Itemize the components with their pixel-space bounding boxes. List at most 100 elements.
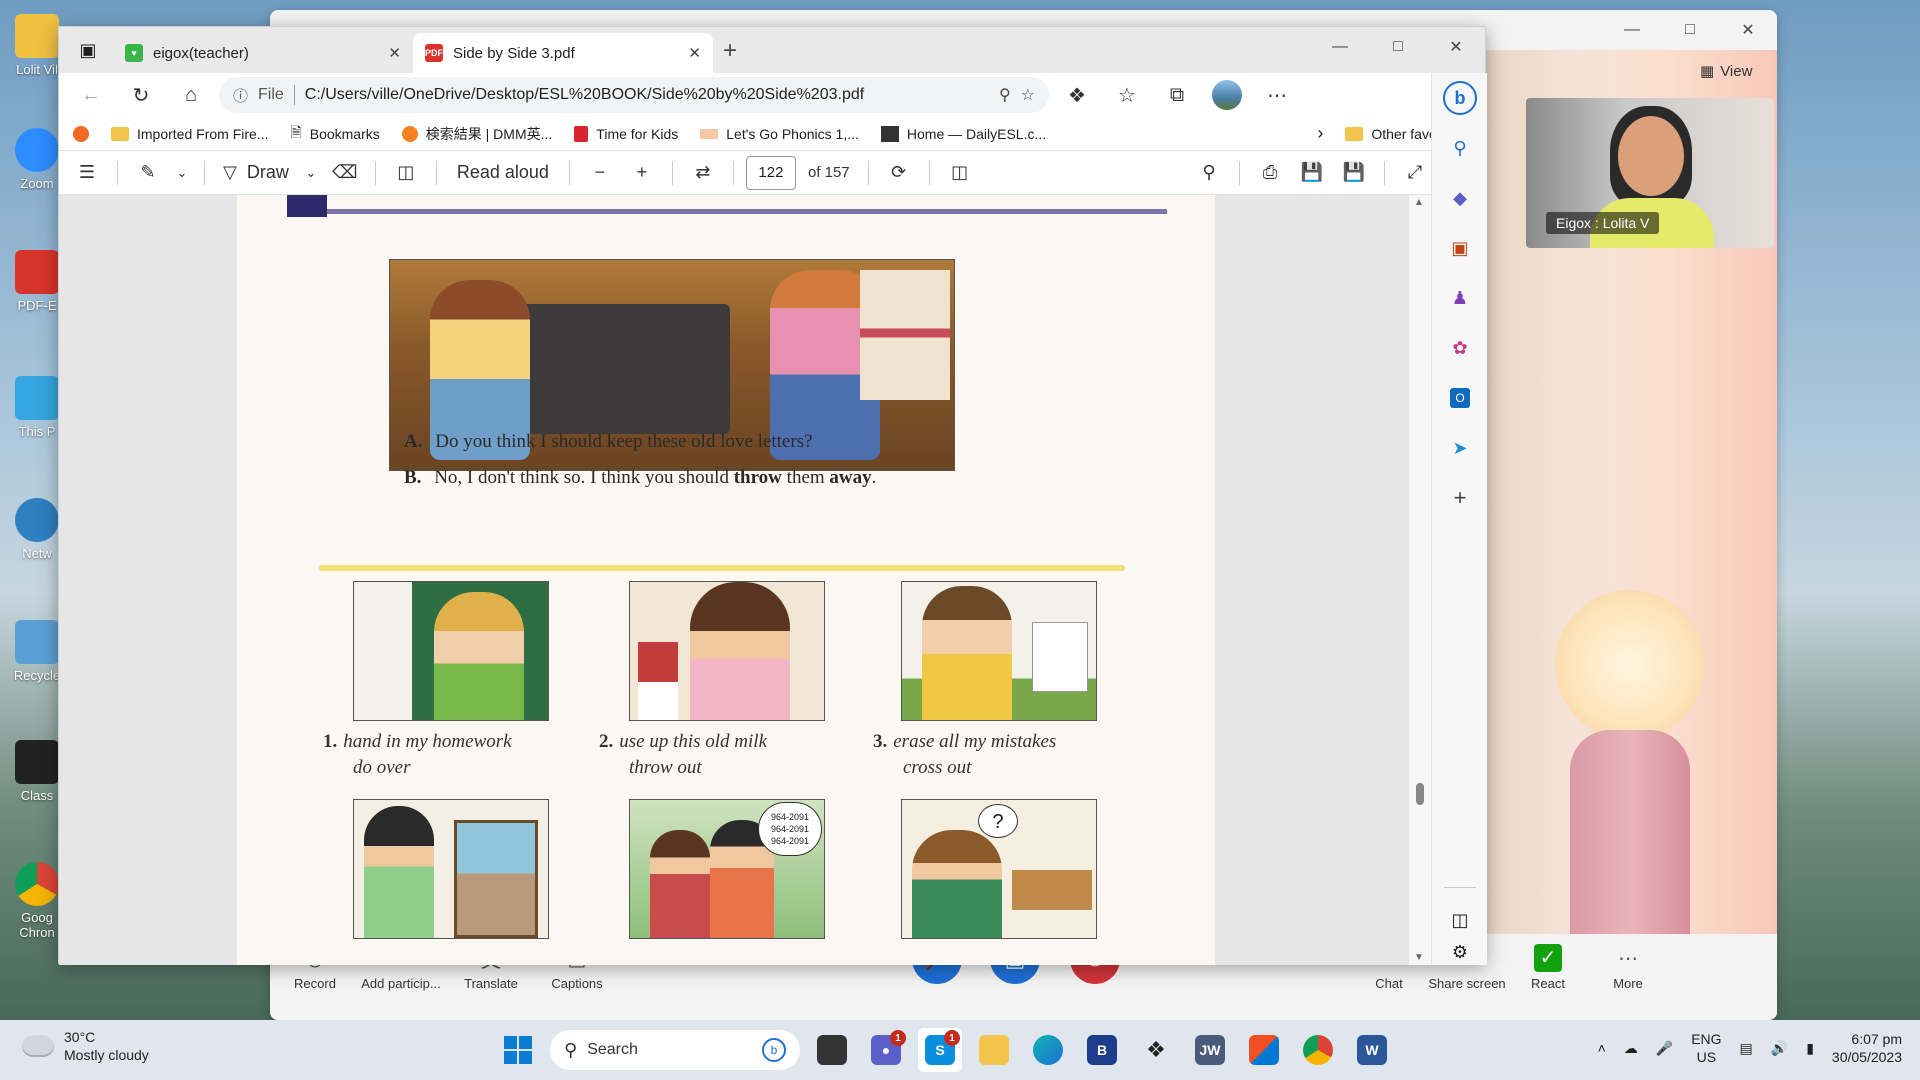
fav-time-for-kids[interactable]: Time for Kids [574, 125, 678, 142]
favourites-button[interactable]: ☆ [1105, 77, 1149, 113]
desktop-icon-pdf[interactable]: PDF-E [12, 250, 62, 313]
url-text[interactable]: C:/Users/ville/OneDrive/Desktop/ESL%20BO… [305, 86, 989, 104]
taskbar-chrome[interactable] [1296, 1028, 1340, 1072]
desktop-icon-network[interactable]: Netw [12, 498, 62, 561]
sidebar-games-button[interactable]: ♟ [1432, 273, 1488, 323]
taskbar-edge[interactable] [1026, 1028, 1070, 1072]
add-favourite-star-icon[interactable]: ☆ [1021, 85, 1035, 105]
more-button[interactable]: ⋯ More [1600, 940, 1656, 992]
volume-icon[interactable]: 🔊 [1771, 1040, 1788, 1057]
sidebar-shopping-button[interactable]: ◆ [1432, 173, 1488, 223]
taskbar-word[interactable]: W [1350, 1028, 1394, 1072]
pdf-viewer[interactable]: A. Do you think I should keep these old … [59, 195, 1409, 965]
find-button[interactable]: ⚲ [1191, 156, 1227, 190]
desktop-icon-user-folder[interactable]: Lolit Vil [12, 14, 62, 77]
draw-options-chevron-icon[interactable]: ⌄ [301, 156, 321, 190]
close-tab-icon[interactable]: ✕ [388, 44, 401, 62]
back-button[interactable]: ← [69, 77, 113, 113]
maximize-button[interactable]: □ [1661, 10, 1719, 50]
fullscreen-button[interactable]: ⤢ [1397, 156, 1433, 190]
view-button[interactable]: ▦ View [1700, 62, 1752, 81]
taskbar-store[interactable] [1242, 1028, 1286, 1072]
page-number-input[interactable]: 122 [745, 155, 796, 190]
home-button[interactable]: ⌂ [169, 77, 213, 113]
highlight-options-chevron-icon[interactable]: ⌄ [172, 156, 192, 190]
save-button[interactable]: 💾 [1294, 156, 1330, 190]
settings-more-button[interactable]: ⋯ [1255, 77, 1299, 113]
fav-dailyesl[interactable]: Home — DailyESL.c... [880, 125, 1046, 142]
tab-eigox[interactable]: ♥ eigox(teacher) ✕ [113, 33, 413, 73]
save-as-button[interactable]: 💾 [1336, 156, 1372, 190]
sidebar-hide-button[interactable]: ◫ [1432, 895, 1488, 945]
scrollbar-thumb[interactable] [1416, 783, 1424, 805]
sidebar-tools-button[interactable]: ▣ [1432, 223, 1488, 273]
page-view-button[interactable]: ◫ [942, 156, 978, 190]
taskbar-task-view[interactable] [810, 1028, 854, 1072]
taskbar-teams[interactable]: ● 1 [864, 1028, 908, 1072]
participant-thumbnail[interactable]: Eigox : Lolita V [1526, 98, 1774, 248]
tab-actions-button[interactable]: ▣ [71, 33, 105, 67]
taskbar-skype[interactable]: S 1 [918, 1028, 962, 1072]
weather-widget[interactable]: 30°C Mostly cloudy [20, 1025, 149, 1064]
fav-lets-go-phonics[interactable]: Let's Go Phonics 1,... [700, 126, 859, 142]
close-tab-icon[interactable]: ✕ [688, 44, 701, 62]
close-button[interactable]: ✕ [1427, 27, 1485, 67]
taskbar-jw[interactable]: JW [1188, 1028, 1232, 1072]
sidebar-drop-button[interactable]: ➤ [1432, 423, 1488, 473]
zoom-out-button[interactable]: − [582, 156, 618, 190]
maximize-button[interactable]: □ [1369, 27, 1427, 67]
react-button[interactable]: ✓ React [1520, 940, 1576, 991]
draw-button[interactable]: ▽ Draw [217, 156, 295, 190]
sidebar-search-button[interactable]: ⚲ [1432, 123, 1488, 173]
read-aloud-button[interactable]: Read aloud [449, 156, 557, 190]
address-bar[interactable]: ⓘ File C:/Users/ville/OneDrive/Desktop/E… [219, 77, 1049, 113]
fit-width-button[interactable]: ⇄ [685, 156, 721, 190]
new-tab-button[interactable]: + [723, 37, 737, 65]
minimize-button[interactable]: — [1603, 10, 1661, 50]
collections-button[interactable]: ⧉ [1155, 77, 1199, 113]
taskbar-dropbox[interactable]: ❖ [1134, 1028, 1178, 1072]
network-icon[interactable]: ▤ [1740, 1040, 1753, 1057]
scroll-up-icon[interactable]: ▲ [1414, 197, 1424, 208]
rotate-button[interactable]: ⟳ [881, 156, 917, 190]
extensions-button[interactable]: ❖ [1055, 77, 1099, 113]
fav-imported-from-firefox[interactable]: Imported From Fire... [111, 126, 268, 142]
bing-chat-button[interactable]: b [1432, 73, 1488, 123]
start-button[interactable] [496, 1028, 540, 1072]
desktop-icon-recycle-bin[interactable]: Recycle [12, 620, 62, 683]
tab-side-by-side-pdf[interactable]: PDF Side by Side 3.pdf ✕ [413, 33, 713, 73]
refresh-button[interactable]: ↻ [119, 77, 163, 113]
contents-button[interactable]: ☰ [69, 156, 105, 190]
microphone-icon[interactable]: 🎤 [1656, 1040, 1673, 1057]
battery-icon[interactable]: ▮ [1806, 1040, 1814, 1057]
add-text-button[interactable]: ◫ [388, 156, 424, 190]
taskbar-file-explorer[interactable] [972, 1028, 1016, 1072]
onedrive-cloud-icon[interactable]: ☁ [1624, 1040, 1638, 1057]
show-hidden-icons-chevron-icon[interactable]: ˄ [1598, 1040, 1606, 1056]
fav-bookmarks[interactable]: 🗎 Bookmarks [290, 122, 379, 146]
fav-dmm[interactable]: 検索結果 | DMM英... [401, 124, 552, 144]
vertical-scrollbar[interactable]: ▲ ▼ [1409, 195, 1431, 965]
print-button[interactable]: ⎙ [1252, 156, 1288, 190]
taskbar-search-box[interactable]: ⚲ Search b [550, 1030, 800, 1070]
zoom-in-button[interactable]: + [624, 156, 660, 190]
firefox-favicon-icon[interactable] [73, 125, 89, 142]
desktop-icon-zoom[interactable]: Zoom [12, 128, 62, 191]
desktop-icon-chrome[interactable]: Goog Chron [12, 862, 62, 940]
desktop-icon-class[interactable]: Class [12, 740, 62, 803]
zoom-icon[interactable]: ⚲ [999, 85, 1011, 105]
favourites-overflow-chevron-icon[interactable]: › [1317, 123, 1323, 144]
sidebar-outlook-button[interactable]: O [1432, 373, 1488, 423]
close-button[interactable]: ✕ [1719, 10, 1777, 50]
sidebar-settings-button[interactable]: ⚙ [1432, 939, 1488, 965]
taskbar-b-app[interactable]: B [1080, 1028, 1124, 1072]
info-icon[interactable]: ⓘ [233, 85, 248, 106]
scroll-down-icon[interactable]: ▼ [1414, 952, 1424, 963]
minimize-button[interactable]: — [1311, 27, 1369, 67]
desktop-icon-this-pc[interactable]: This P [12, 376, 62, 439]
eraser-button[interactable]: ⌫ [327, 156, 363, 190]
highlight-button[interactable]: ✎ [130, 156, 166, 190]
profile-button[interactable] [1205, 77, 1249, 113]
language-indicator[interactable]: ENG US [1691, 1030, 1721, 1066]
sidebar-office-button[interactable]: ✿ [1432, 323, 1488, 373]
